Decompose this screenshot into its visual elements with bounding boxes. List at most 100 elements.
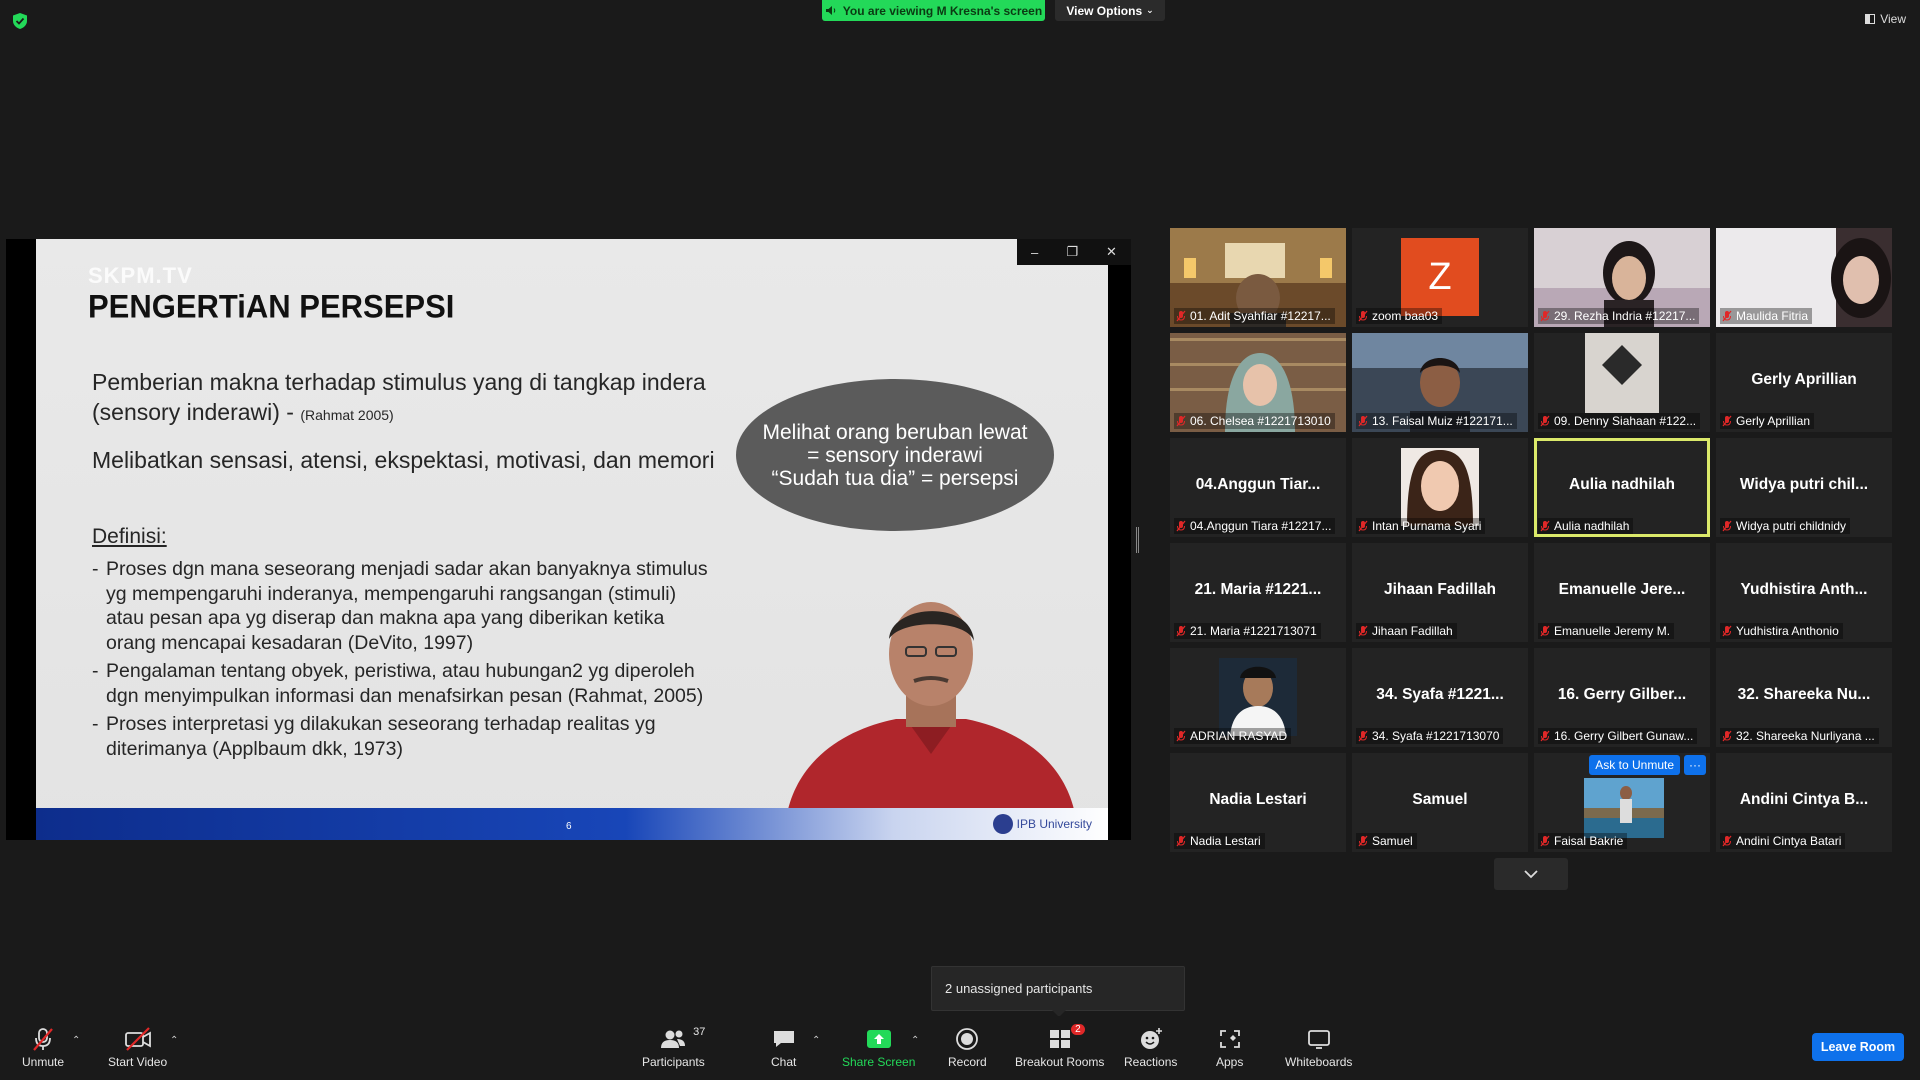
mic-muted-icon [1540, 310, 1550, 322]
share-screen-button[interactable]: Share Screen [842, 1026, 915, 1069]
participant-tile[interactable]: Jihaan Fadillah Jihaan Fadillah [1352, 543, 1528, 642]
chat-options-caret-icon[interactable]: ⌃ [812, 1035, 820, 1046]
participant-name-label: 21. Maria #1221713071 [1174, 623, 1321, 639]
audio-options-caret-icon[interactable]: ⌃ [72, 1035, 80, 1046]
participant-tile[interactable]: Intan Purnama Syari [1352, 438, 1528, 537]
participant-tile[interactable]: ADRIAN RASYAD [1170, 648, 1346, 747]
participant-name-label: 09. Denny Siahaan #122... [1538, 413, 1701, 429]
participant-display-name: Emanuelle Jere... [1558, 581, 1686, 598]
participant-name-label: 04.Anggun Tiara #12217... [1174, 518, 1336, 534]
participant-tile[interactable]: 09. Denny Siahaan #122... [1534, 333, 1710, 432]
participants-button[interactable]: 37 Participants [642, 1026, 705, 1069]
participant-display-name: Andini Cintya B... [1739, 791, 1869, 808]
participant-tile[interactable]: Samuel Samuel [1352, 753, 1528, 852]
mic-muted-icon [1176, 310, 1186, 322]
whiteboards-button[interactable]: Whiteboards [1285, 1026, 1352, 1069]
view-options-button[interactable]: View Options ⌄ [1055, 0, 1165, 21]
definition-list: Proses dgn mana seseorang menjadi sadar … [92, 557, 712, 765]
view-button[interactable]: View [1865, 12, 1906, 26]
view-label: View [1880, 12, 1906, 26]
shared-window-controls: – ❐ ✕ [1017, 239, 1131, 265]
participant-name: 34. Syafa #1221713070 [1372, 729, 1500, 743]
participant-tile[interactable]: Nadia Lestari Nadia Lestari [1170, 753, 1346, 852]
participant-name: Yudhistira Anthonio [1736, 624, 1839, 638]
participant-name: Jihaan Fadillah [1372, 624, 1453, 638]
participant-name: Samuel [1372, 834, 1413, 848]
unassigned-participants-toast[interactable]: 2 unassigned participants [931, 966, 1185, 1017]
participant-name: Gerly Aprillian [1736, 414, 1811, 428]
participant-tile[interactable]: Maulida Fitria [1716, 228, 1892, 327]
participant-tile[interactable]: 06. Chelsea #1221713010 [1170, 333, 1346, 432]
participant-tile[interactable]: 29. Rezha Indria #12217... [1534, 228, 1710, 327]
participant-name: ADRIAN RASYAD [1190, 729, 1288, 743]
participant-name: 01. Adit Syahfiar #12217... [1190, 309, 1331, 323]
gallery-next-page-button[interactable] [1494, 858, 1568, 890]
participant-display-name: Yudhistira Anth... [1740, 581, 1868, 598]
share-options-caret-icon[interactable]: ⌃ [911, 1035, 919, 1046]
participant-tile[interactable]: 16. Gerry Gilber... 16. Gerry Gilbert Gun… [1534, 648, 1710, 747]
participant-tile[interactable]: Faisal Bakrie Ask to Unmute ··· [1534, 753, 1710, 852]
screen-border [6, 239, 36, 840]
layout-icon [1865, 14, 1876, 24]
participant-name-label: Samuel [1356, 833, 1417, 849]
video-options-caret-icon[interactable]: ⌃ [170, 1035, 178, 1046]
chat-button[interactable]: Chat [771, 1026, 796, 1069]
share-screen-icon [866, 1030, 891, 1048]
more-options-button[interactable]: ··· [1684, 755, 1706, 775]
participant-tile[interactable]: Emanuelle Jere... Emanuelle Jeremy M. [1534, 543, 1710, 642]
participant-name: Nadia Lestari [1190, 834, 1261, 848]
unmute-button[interactable]: Unmute [22, 1026, 64, 1069]
breakout-rooms-button[interactable]: 2 Breakout Rooms [1015, 1024, 1105, 1069]
participant-name: 06. Chelsea #1221713010 [1190, 414, 1331, 428]
mic-muted-icon [1722, 310, 1732, 322]
participant-name: 29. Rezha Indria #12217... [1554, 309, 1696, 323]
participant-tile[interactable]: 32. Shareeka Nu... 32. Shareeka Nurliyana… [1716, 648, 1892, 747]
participant-tile[interactable]: 04.Anggun Tiar... 04.Anggun Tiara #12217.… [1170, 438, 1346, 537]
start-video-button[interactable]: Start Video [108, 1026, 167, 1069]
restore-icon: ❐ [1066, 244, 1078, 259]
participant-display-name: Jihaan Fadillah [1384, 581, 1496, 598]
definition-item: Proses dgn mana seseorang menjadi sadar … [92, 557, 712, 655]
leave-room-button[interactable]: Leave Room [1812, 1033, 1904, 1061]
participant-name-label: zoom baa03 [1356, 308, 1443, 324]
participant-tile[interactable]: Zzoom baa03 [1352, 228, 1528, 327]
record-button[interactable]: Record [948, 1026, 987, 1069]
split-resize-handle[interactable] [1136, 527, 1139, 553]
participant-tile[interactable]: Gerly Aprillian Gerly Aprillian [1716, 333, 1892, 432]
mic-muted-icon [1176, 415, 1186, 427]
mic-muted-icon [1358, 835, 1368, 847]
participant-name-label: Yudhistira Anthonio [1720, 623, 1843, 639]
participant-tile[interactable]: Yudhistira Anth... Yudhistira Anthonio [1716, 543, 1892, 642]
participant-name-label: Jihaan Fadillah [1356, 623, 1457, 639]
breakout-rooms-label: Breakout Rooms [1015, 1055, 1105, 1069]
video-off-icon [124, 1027, 151, 1051]
participant-name: 04.Anggun Tiara #12217... [1190, 519, 1332, 533]
slide-line-1: Pemberian makna terhadap stimulus yang d… [92, 367, 712, 430]
participant-display-name: 32. Shareeka Nu... [1737, 686, 1871, 703]
participant-tile[interactable]: 21. Maria #1221... 21. Maria #1221713071 [1170, 543, 1346, 642]
participant-tile[interactable]: Andini Cintya B... Andini Cintya Batari [1716, 753, 1892, 852]
participant-name-label: Nadia Lestari [1174, 833, 1265, 849]
participant-tile[interactable]: 13. Faisal Muiz #122171... [1352, 333, 1528, 432]
participant-tile[interactable]: 34. Syafa #1221... 34. Syafa #1221713070 [1352, 648, 1528, 747]
ipb-logo: IPB University [992, 814, 1092, 834]
apps-button[interactable]: Apps [1216, 1026, 1243, 1069]
participant-display-name: Gerly Aprillian [1751, 371, 1857, 388]
participant-name-label: Intan Purnama Syari [1356, 518, 1486, 534]
participant-name-label: 06. Chelsea #1221713010 [1174, 413, 1335, 429]
minimize-icon: – [1031, 244, 1039, 260]
security-shield-icon[interactable] [12, 12, 28, 30]
participant-tile[interactable]: Aulia nadhilah Aulia nadhilah [1534, 438, 1710, 537]
mic-muted-icon [1540, 625, 1550, 637]
mic-muted-icon [1722, 835, 1732, 847]
mic-muted-icon [1358, 415, 1368, 427]
participant-tile[interactable]: 01. Adit Syahfiar #12217... [1170, 228, 1346, 327]
participants-label: Participants [642, 1055, 705, 1069]
reactions-button[interactable]: Reactions [1124, 1026, 1177, 1069]
mic-muted-icon [33, 1028, 53, 1051]
reactions-icon [1140, 1028, 1162, 1049]
mic-muted-icon [1722, 520, 1732, 532]
participant-tile[interactable]: Widya putri chil... Widya putri childnidy [1716, 438, 1892, 537]
ask-to-unmute-button[interactable]: Ask to Unmute [1589, 755, 1680, 775]
participant-name: Faisal Bakrie [1554, 834, 1624, 848]
